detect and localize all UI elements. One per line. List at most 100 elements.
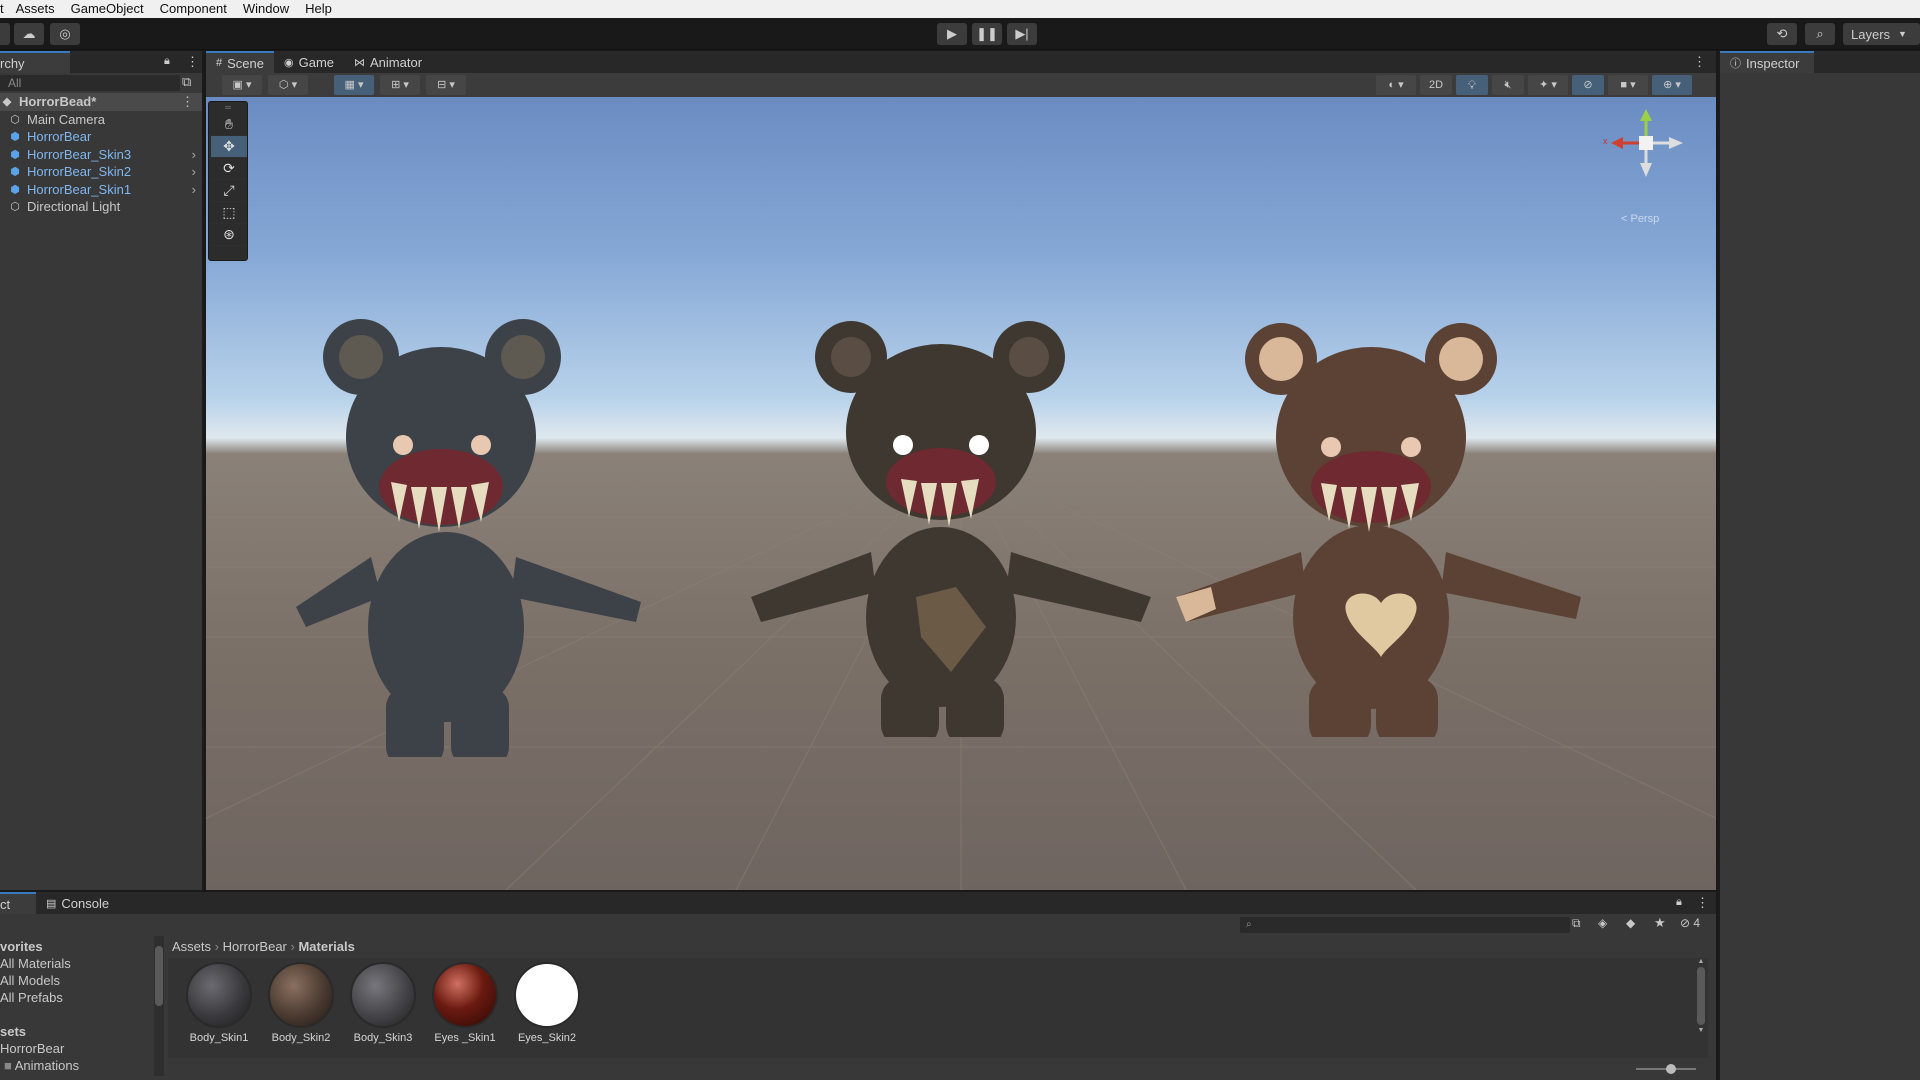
hierarchy-item-directional-light[interactable]: ⬡ Directional Light <box>0 198 202 216</box>
folder-item[interactable]: HorrorBear <box>0 1040 166 1057</box>
label-icon[interactable]: ◆ <box>1626 916 1635 930</box>
breadcrumb-item[interactable]: HorrorBear <box>223 939 287 954</box>
tab-animator[interactable]: ⋈ Animator <box>344 51 432 73</box>
gizmos-dropdown[interactable]: ⊕ ▾ <box>1652 75 1692 95</box>
hidden-packages-toggle[interactable]: ⊘ 4 <box>1680 916 1700 930</box>
project-search-input[interactable]: ⌕ <box>1240 917 1570 933</box>
asset-body-skin1[interactable]: Body_Skin1 <box>182 962 256 1044</box>
hierarchy-item-horrorbear-skin3[interactable]: ⬢ HorrorBear_Skin3 › <box>0 146 202 164</box>
palette-handle[interactable]: ═ <box>211 104 245 114</box>
favorite-item[interactable]: All Prefabs <box>0 989 166 1006</box>
menu-item-gameobject[interactable]: GameObject <box>63 0 152 18</box>
tab-game[interactable]: ◉ Game <box>274 51 344 73</box>
bear-skin2-model[interactable] <box>741 297 1161 737</box>
hand-tool-icon[interactable]: ✋︎ <box>211 114 247 136</box>
tree-scrollbar[interactable] <box>154 936 164 1076</box>
filter-type-icon[interactable]: ◈ <box>1598 916 1607 930</box>
breadcrumb-item-current[interactable]: Materials <box>298 939 354 954</box>
play-button[interactable]: ▶ <box>937 23 967 45</box>
project-folder-tree: vorites All Materials All Models All Pre… <box>0 936 166 1080</box>
main-toolbar: ☁ ◎ ▶ ❚❚ ▶| ⟲ ⌕ Layers ▼ <box>0 18 1920 50</box>
draw-mode-dropdown[interactable]: ▣ ▾ <box>222 75 262 95</box>
ruler-dropdown[interactable]: ⊟ ▾ <box>426 75 466 95</box>
chevron-right-icon[interactable]: › <box>192 182 196 197</box>
asset-body-skin2[interactable]: Body_Skin2 <box>264 962 338 1044</box>
hierarchy-item-horrorbear-skin2[interactable]: ⬢ HorrorBear_Skin2 › <box>0 163 202 181</box>
scroll-up-icon[interactable]: ▲ <box>1696 958 1706 965</box>
chevron-right-icon[interactable]: › <box>192 147 196 162</box>
hierarchy-scene-row[interactable]: ◆ HorrorBead* ⋮ <box>0 93 202 111</box>
more-icon[interactable]: ⋮ <box>1696 895 1709 911</box>
asset-grid-scrollbar-thumb[interactable] <box>1697 967 1705 1025</box>
favorite-item[interactable]: All Models <box>0 972 166 989</box>
search-icon[interactable]: ⌕ <box>1805 23 1835 45</box>
search-type-icon[interactable]: ⧉ <box>1572 916 1581 931</box>
hierarchy-item-label: HorrorBear <box>27 129 92 145</box>
scale-tool-icon[interactable]: ⤢ <box>211 180 247 202</box>
orientation-gizmo[interactable]: x < Persp <box>1601 107 1691 225</box>
scene-more-icon[interactable]: ⋮ <box>181 94 194 110</box>
rect-tool-icon[interactable]: ⬚ <box>211 202 247 224</box>
star-icon[interactable]: ★ <box>1654 915 1666 931</box>
tab-console[interactable]: ▤ Console <box>36 896 119 911</box>
account-button[interactable] <box>0 23 10 45</box>
assets-section[interactable]: sets <box>0 1023 166 1040</box>
menu-item-component[interactable]: Component <box>152 0 235 18</box>
shading-dropdown[interactable]: ◐ ▾ <box>1376 75 1416 95</box>
pause-button[interactable]: ❚❚ <box>972 23 1002 45</box>
grid-snap-dropdown[interactable]: ▦ ▾ <box>334 75 374 95</box>
camera-dropdown[interactable]: ■ ▾ <box>1608 75 1648 95</box>
hierarchy-search-input[interactable]: All <box>0 75 180 91</box>
more-icon[interactable]: ⋮ <box>1693 54 1706 70</box>
asset-eyes-skin2[interactable]: Eyes_Skin2 <box>510 962 584 1044</box>
chevron-right-icon[interactable]: › <box>192 164 196 179</box>
tab-hierarchy[interactable]: rchy <box>0 51 70 73</box>
tab-project[interactable]: ct <box>0 892 36 914</box>
collab-icon[interactable]: ◎ <box>50 23 80 45</box>
tab-scene[interactable]: # Scene <box>206 51 274 73</box>
layers-dropdown[interactable]: Layers ▼ <box>1843 23 1920 45</box>
persp-label[interactable]: < Persp <box>1621 213 1659 225</box>
transform-tools-palette: ═ ✋︎ ✥ ⟳ ⤢ ⬚ ⊛ <box>208 101 248 261</box>
hierarchy-item-horrorbear-skin1[interactable]: ⬢ HorrorBear_Skin1 › <box>0 181 202 199</box>
asset-body-skin3[interactable]: Body_Skin3 <box>346 962 420 1044</box>
slider-thumb[interactable] <box>1666 1064 1676 1074</box>
more-icon[interactable]: ⋮ <box>186 54 199 70</box>
effects-dropdown[interactable]: ✦ ▾ <box>1528 75 1568 95</box>
move-tool-icon[interactable]: ✥ <box>211 136 247 158</box>
menu-item-window[interactable]: Window <box>235 0 297 18</box>
axis-gizmo-icon[interactable] <box>1601 107 1691 197</box>
menu-item-edit[interactable]: t <box>0 0 8 18</box>
tree-scrollbar-thumb[interactable] <box>155 946 163 1006</box>
rotate-tool-icon[interactable]: ⟳ <box>211 158 247 180</box>
create-icon[interactable]: ⧉ <box>182 74 191 90</box>
menu-item-help[interactable]: Help <box>297 0 340 18</box>
scene-viewport[interactable]: ═ ✋︎ ✥ ⟳ ⤢ ⬚ ⊛ x < Persp <box>206 97 1716 890</box>
favorites-section[interactable]: vorites <box>0 938 166 955</box>
step-button[interactable]: ▶| <box>1007 23 1037 45</box>
audio-toggle[interactable]: 🔇︎ <box>1492 75 1524 95</box>
asset-eyes-skin1[interactable]: Eyes _Skin1 <box>428 962 502 1044</box>
cloud-icon[interactable]: ☁ <box>14 23 44 45</box>
lighting-toggle[interactable]: 💡︎ <box>1456 75 1488 95</box>
bear-skin3-model[interactable] <box>291 297 671 757</box>
snap-increment-dropdown[interactable]: ⊞ ▾ <box>380 75 420 95</box>
render-mode-dropdown[interactable]: ⬡ ▾ <box>268 75 308 95</box>
asset-grid-scrollbar[interactable]: ▲ ▼ <box>1696 958 1706 1058</box>
visibility-toggle[interactable]: ⊘ <box>1572 75 1604 95</box>
scroll-down-icon[interactable]: ▼ <box>1696 1027 1706 1034</box>
tab-inspector[interactable]: ⓘ Inspector <box>1720 51 1814 73</box>
history-icon[interactable]: ⟲ <box>1767 23 1797 45</box>
menu-item-assets[interactable]: Assets <box>8 0 63 18</box>
hierarchy-item-horrorbear[interactable]: ⬢ HorrorBear <box>0 128 202 146</box>
favorite-item[interactable]: All Materials <box>0 955 166 972</box>
transform-tool-icon[interactable]: ⊛ <box>211 224 247 246</box>
asset-size-slider[interactable] <box>1636 1064 1696 1074</box>
folder-item[interactable]: ■ Animations <box>0 1057 166 1074</box>
mode-2d-toggle[interactable]: 2D <box>1420 75 1452 95</box>
lock-icon[interactable]: 🔒︎ <box>1676 896 1682 909</box>
lock-icon[interactable]: 🔒︎ <box>164 55 170 68</box>
breadcrumb-item[interactable]: Assets <box>172 939 211 954</box>
hierarchy-item-main-camera[interactable]: ⬡ Main Camera <box>0 111 202 129</box>
bear-skin1-model[interactable] <box>1171 297 1591 737</box>
